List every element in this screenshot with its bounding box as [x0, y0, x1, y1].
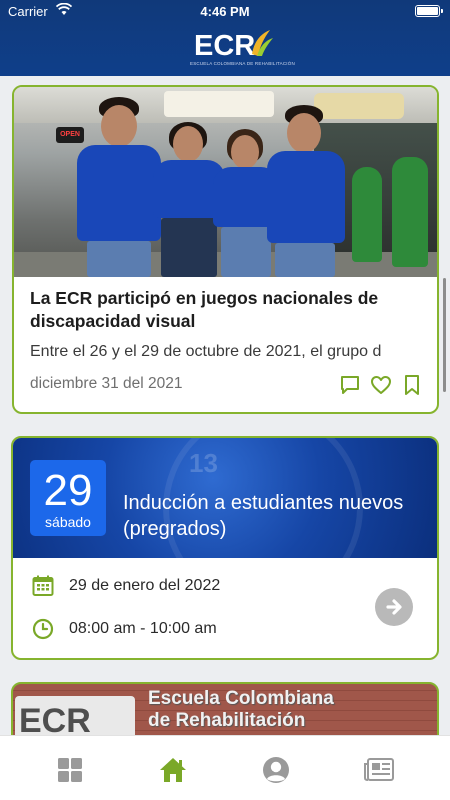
- news-icon[interactable]: [363, 754, 395, 786]
- home-icon[interactable]: [157, 754, 189, 786]
- battery-icon: [415, 5, 443, 17]
- clock-time: 4:46 PM: [200, 4, 250, 19]
- news-excerpt: Entre el 26 y el 29 de octubre de 2021, …: [30, 343, 382, 360]
- grid-icon[interactable]: [54, 754, 86, 786]
- peek-sign-text: Escuela Colombiana de Rehabilitación: [148, 688, 334, 732]
- status-bar: Carrier 4:46 PM: [0, 0, 450, 22]
- news-body: La ECR participó en juegos nacionales de…: [30, 287, 425, 361]
- news-date: diciembre 31 del 2021: [30, 375, 183, 392]
- scrollbar[interactable]: [443, 278, 446, 392]
- news-card[interactable]: OPEN La ECR participó en juegos nacional…: [12, 85, 439, 414]
- bookmark-icon[interactable]: [401, 374, 423, 396]
- person-figure: [259, 105, 351, 277]
- calendar-icon: [31, 574, 55, 598]
- peek-sign-line2: de Rehabilitación: [148, 710, 306, 731]
- event-time: 08:00 am - 10:00 am: [69, 620, 217, 637]
- bottom-nav: [0, 735, 450, 800]
- event-time-row: 08:00 am - 10:00 am: [31, 617, 217, 641]
- heart-icon[interactable]: [370, 374, 392, 396]
- news-card-peek[interactable]: ECR Escuela Colombiana de Rehabilitación: [11, 682, 439, 742]
- logo-text: ECR: [194, 30, 256, 62]
- comment-icon[interactable]: [339, 374, 361, 396]
- event-card[interactable]: 13 29 sábado Inducción a estudiantes nue…: [11, 436, 439, 660]
- arrow-right-icon[interactable]: [375, 588, 413, 626]
- news-photo: OPEN: [14, 87, 437, 277]
- app-header: Carrier 4:46 PM ECR ESCUELA COLOMBIANA D…: [0, 0, 450, 76]
- event-date-row: 29 de enero del 2022: [31, 574, 220, 598]
- peek-sign-line1: Escuela Colombiana: [148, 688, 334, 709]
- logo-subtitle: ESCUELA COLOMBIANA DE REHABILITACIÓN: [190, 61, 295, 66]
- news-actions: [339, 374, 423, 396]
- event-title: Inducción a estudiantes nuevos (pregrado…: [123, 492, 404, 540]
- news-title: La ECR participó en juegos nacionales de…: [30, 288, 379, 331]
- event-weekday: sábado: [45, 514, 91, 530]
- event-banner: 13 29 sábado Inducción a estudiantes nue…: [13, 438, 437, 558]
- event-date-badge: 29 sábado: [30, 460, 106, 536]
- profile-icon[interactable]: [260, 754, 292, 786]
- clock-icon: [31, 617, 55, 641]
- event-day: 29: [43, 466, 93, 515]
- ecr-logo: ECR ESCUELA COLOMBIANA DE REHABILITACIÓN: [190, 28, 295, 72]
- logo-leaf-icon: [252, 30, 273, 56]
- event-date: 29 de enero del 2022: [69, 577, 221, 594]
